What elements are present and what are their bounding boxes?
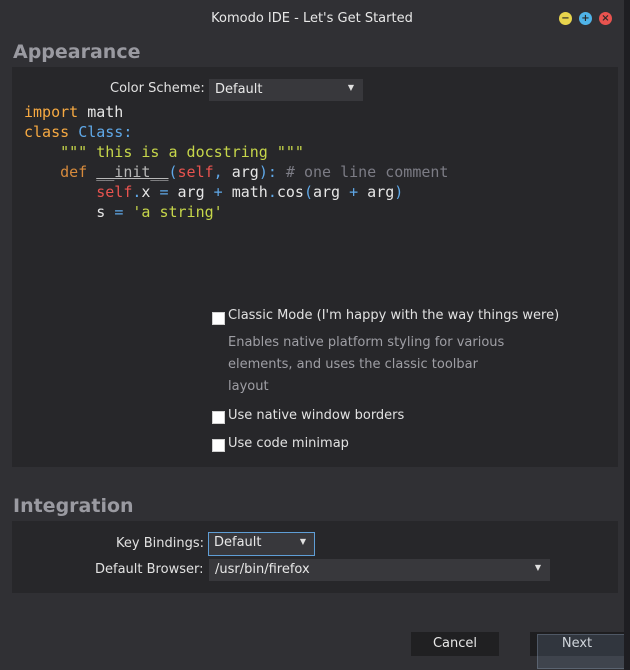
integration-section-title: Integration: [13, 495, 134, 517]
appearance-section-title: Appearance: [13, 41, 141, 63]
default-browser-label: Default Browser:: [95, 562, 204, 577]
default-browser-value: /usr/bin/firefox: [215, 562, 310, 577]
cancel-button[interactable]: Cancel: [411, 632, 499, 656]
code-preview: import math class Class: """ this is a do…: [24, 102, 448, 222]
chevron-down-icon: ▼: [534, 563, 541, 572]
key-bindings-value: Default: [214, 535, 262, 550]
title-bar[interactable]: Komodo IDE - Let's Get Started − + ×: [0, 0, 624, 36]
description-line: Enables native platform styling for vari…: [228, 335, 505, 350]
native-window-borders-checkbox[interactable]: [212, 411, 225, 424]
description-line: layout: [228, 379, 269, 394]
background-window-edge: [624, 0, 630, 670]
maximize-icon[interactable]: +: [579, 12, 592, 25]
code-line: """ this is a docstring """: [60, 143, 304, 161]
watermark-overlay: [537, 634, 625, 669]
setup-dialog: Komodo IDE - Let's Get Started − + × App…: [0, 0, 625, 670]
default-browser-select[interactable]: /usr/bin/firefox ▼: [209, 559, 550, 581]
code-line: import math: [24, 103, 124, 121]
minimize-icon[interactable]: −: [559, 12, 572, 25]
code-line: class Class:: [24, 123, 133, 141]
code-line: s = 'a string': [24, 203, 223, 221]
color-scheme-value: Default: [215, 82, 263, 97]
code-minimap-checkbox[interactable]: [212, 439, 225, 452]
key-bindings-select[interactable]: Default ▼: [208, 532, 315, 556]
window-title: Komodo IDE - Let's Get Started: [211, 11, 413, 26]
color-scheme-label: Color Scheme:: [110, 81, 205, 96]
description-line: elements, and uses the classic toolbar: [228, 357, 478, 372]
classic-mode-label[interactable]: Classic Mode (I'm happy with the way thi…: [228, 308, 559, 323]
classic-mode-checkbox[interactable]: [212, 312, 225, 325]
close-icon[interactable]: ×: [599, 12, 612, 25]
color-scheme-select[interactable]: Default ▼: [209, 79, 363, 101]
integration-panel: [12, 521, 618, 593]
classic-mode-description: Enables native platform styling for vari…: [228, 332, 504, 398]
code-line: def __init__(self, arg): # one line comm…: [60, 163, 449, 181]
native-window-borders-label[interactable]: Use native window borders: [228, 408, 404, 423]
code-minimap-label[interactable]: Use code minimap: [228, 436, 349, 451]
chevron-down-icon: ▼: [347, 83, 354, 92]
key-bindings-label: Key Bindings:: [116, 536, 204, 551]
chevron-down-icon: ▼: [299, 537, 306, 546]
code-line: self.x = arg + math.cos(arg + arg): [96, 183, 404, 201]
